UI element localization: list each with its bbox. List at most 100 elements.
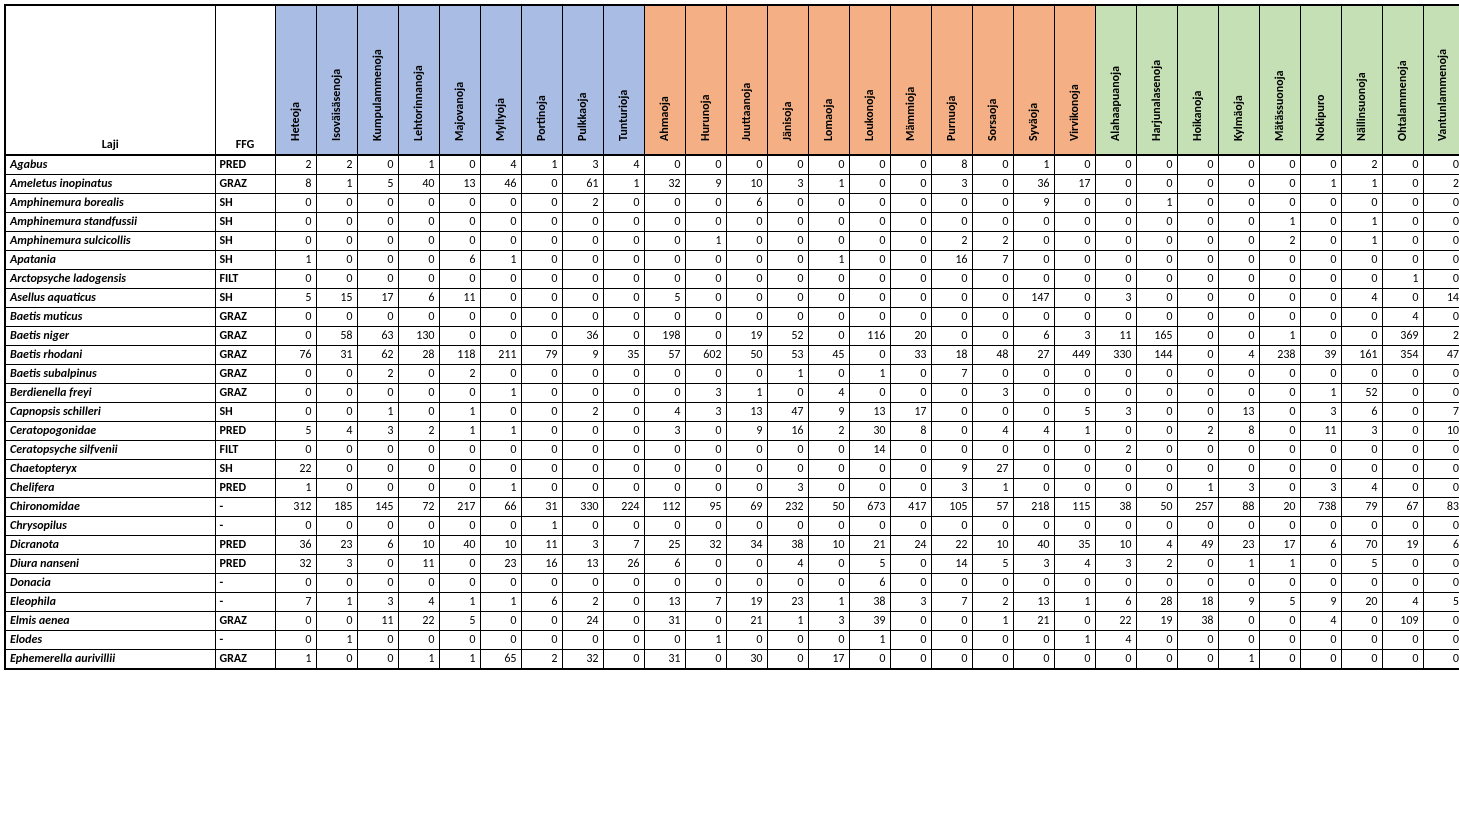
data-cell: 1 — [1259, 327, 1300, 346]
data-cell: 0 — [603, 232, 644, 251]
data-cell: 0 — [357, 555, 398, 574]
data-cell: 0 — [644, 308, 685, 327]
data-cell: 0 — [1300, 441, 1341, 460]
data-cell: 0 — [1136, 232, 1177, 251]
data-cell: 0 — [275, 327, 316, 346]
data-cell: 0 — [521, 460, 562, 479]
data-cell: 0 — [275, 194, 316, 213]
data-cell: 0 — [931, 213, 972, 232]
data-cell: 0 — [480, 403, 521, 422]
data-cell: 0 — [439, 270, 480, 289]
data-cell: 0 — [1259, 289, 1300, 308]
data-cell: 13 — [726, 403, 767, 422]
species-name: Amphinemura sulcicollis — [5, 232, 215, 251]
ffg-value: GRAZ — [215, 327, 275, 346]
data-cell: 0 — [1013, 460, 1054, 479]
data-cell: 0 — [398, 517, 439, 536]
data-cell: 0 — [480, 289, 521, 308]
data-cell: 0 — [849, 650, 890, 670]
table-row: Baetis nigerGRAZ058631300003601980195201… — [5, 327, 1459, 346]
data-cell: 33 — [890, 346, 931, 365]
data-cell: 0 — [972, 155, 1013, 175]
data-cell: 0 — [603, 460, 644, 479]
species-name: Capnopsis schilleri — [5, 403, 215, 422]
data-cell: 0 — [685, 289, 726, 308]
stream-label: Virvikonoja — [1068, 84, 1082, 141]
data-cell: 45 — [808, 346, 849, 365]
stream-label: Nällinsuonoja — [1355, 72, 1369, 141]
data-cell: 36 — [275, 536, 316, 555]
data-cell: 1 — [316, 631, 357, 650]
data-cell: 0 — [316, 232, 357, 251]
data-cell: 0 — [603, 384, 644, 403]
data-cell: 0 — [1054, 251, 1095, 270]
col-header-stream: Mämmioja — [890, 5, 931, 155]
data-cell: 0 — [357, 308, 398, 327]
data-cell: 0 — [1177, 289, 1218, 308]
data-cell: 0 — [357, 213, 398, 232]
data-cell: 0 — [603, 194, 644, 213]
data-cell: 4 — [1300, 612, 1341, 631]
data-cell: 0 — [1177, 155, 1218, 175]
data-cell: 6 — [1013, 327, 1054, 346]
data-cell: 0 — [1095, 460, 1136, 479]
data-cell: 25 — [644, 536, 685, 555]
data-cell: 0 — [972, 213, 1013, 232]
data-cell: 1 — [439, 403, 480, 422]
data-cell: 0 — [1382, 289, 1423, 308]
data-cell: 312 — [275, 498, 316, 517]
data-cell: 369 — [1382, 327, 1423, 346]
data-cell: 0 — [1218, 155, 1259, 175]
data-cell: 0 — [767, 251, 808, 270]
data-cell: 2 — [439, 365, 480, 384]
data-cell: 0 — [1054, 232, 1095, 251]
data-cell: 52 — [767, 327, 808, 346]
data-cell: 1 — [1054, 422, 1095, 441]
data-cell: 0 — [275, 308, 316, 327]
data-cell: 0 — [521, 308, 562, 327]
data-cell: 0 — [357, 517, 398, 536]
data-cell: 0 — [603, 289, 644, 308]
data-cell: 0 — [1259, 175, 1300, 194]
data-cell: 0 — [644, 194, 685, 213]
data-cell: 0 — [972, 289, 1013, 308]
data-cell: 20 — [1341, 593, 1382, 612]
data-cell: 0 — [357, 232, 398, 251]
col-header-stream: Loukonoja — [849, 5, 890, 155]
data-cell: 0 — [1218, 631, 1259, 650]
data-cell: 0 — [275, 232, 316, 251]
data-cell: 4 — [603, 155, 644, 175]
col-header-stream: Mätässuonoja — [1259, 5, 1300, 155]
data-cell: 1 — [1300, 384, 1341, 403]
data-cell: 1 — [1341, 175, 1382, 194]
data-cell: 0 — [1013, 517, 1054, 536]
data-cell: 0 — [726, 232, 767, 251]
data-cell: 7 — [603, 536, 644, 555]
data-cell: 0 — [1136, 574, 1177, 593]
data-cell: 1 — [316, 593, 357, 612]
col-header-stream: Tunturioja — [603, 5, 644, 155]
data-cell: 0 — [849, 479, 890, 498]
data-cell: 5 — [849, 555, 890, 574]
table-row: Elodes-01000000001000100001400000000 — [5, 631, 1459, 650]
col-header-stream: Kumpulammenoja — [357, 5, 398, 155]
data-cell: 0 — [1095, 650, 1136, 670]
table-row: Baetis rhodaniGRAZ7631622811821179935576… — [5, 346, 1459, 365]
stream-label: Nokipuro — [1314, 94, 1328, 141]
data-cell: 31 — [644, 650, 685, 670]
data-cell: 0 — [562, 251, 603, 270]
data-cell: 0 — [1300, 155, 1341, 175]
data-cell: 2 — [808, 422, 849, 441]
data-cell: 0 — [767, 308, 808, 327]
data-cell: 9 — [1300, 593, 1341, 612]
data-cell: 11 — [1300, 422, 1341, 441]
data-cell: 0 — [316, 517, 357, 536]
data-cell: 72 — [398, 498, 439, 517]
data-cell: 0 — [931, 631, 972, 650]
table-row: Donacia-00000000000000600000000000000 — [5, 574, 1459, 593]
data-cell: 0 — [644, 460, 685, 479]
data-cell: 0 — [685, 479, 726, 498]
stream-label: Juuttaanoja — [740, 83, 754, 141]
stream-label: Pulkkaoja — [576, 92, 590, 141]
data-cell: 0 — [480, 631, 521, 650]
